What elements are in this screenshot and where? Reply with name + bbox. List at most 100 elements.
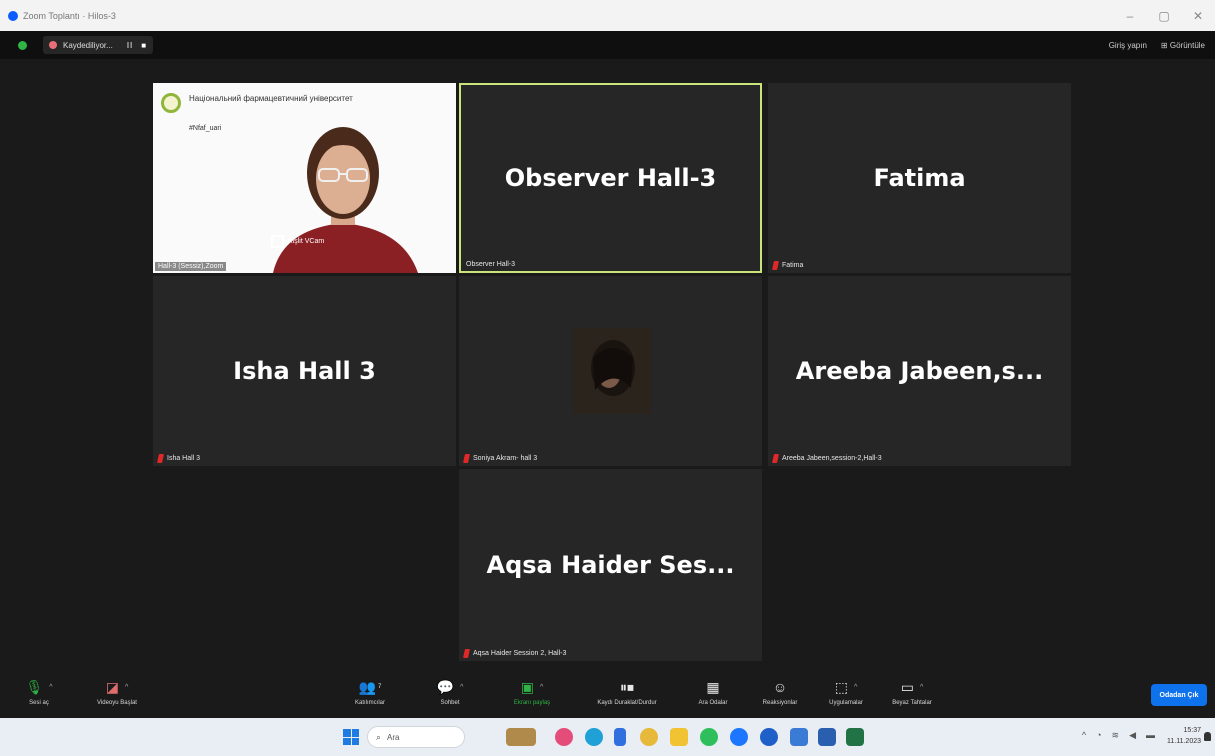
chat-icon: 💬 (436, 678, 455, 695)
zoom-app-icon[interactable] (730, 728, 748, 746)
sign-in-link[interactable]: Giriş yapın (1109, 41, 1147, 50)
participant-tile-hall3[interactable]: Національний фармацевтичний університет … (153, 83, 456, 273)
participant-display-name: Observer Hall-3 (504, 164, 717, 192)
participant-name-label: Isha Hall 3 (157, 454, 200, 463)
record-button[interactable]: ⏸⏹ Kaydı Duraklat/Durdur (572, 678, 682, 707)
breakout-rooms-icon: ▦ (706, 678, 720, 695)
microphone-icon: 🎙 (25, 678, 44, 695)
network-icon[interactable]: ◔ (1096, 730, 1101, 741)
taskbar-search-input[interactable]: ⌕ Ara (367, 726, 465, 748)
taskbar-clock[interactable]: 15:37 11.11.2023 (1167, 725, 1201, 747)
window-titlebar: Zoom Toplantı · Hilos-3 – ▢ ✕ (0, 0, 1215, 31)
chevron-up-icon[interactable]: ^ (125, 684, 128, 691)
participants-icon: 👥 (358, 678, 377, 695)
record-icon: ⏸⏹ (620, 678, 634, 695)
start-video-button[interactable]: ◪ ^ Videoyu Başlat (82, 678, 152, 707)
notification-bell-icon[interactable] (1204, 732, 1211, 741)
notepad-icon[interactable] (614, 728, 626, 746)
chevron-up-icon[interactable]: ^ (854, 684, 857, 691)
volume-icon[interactable]: ◀ (1129, 730, 1136, 741)
avatar (573, 328, 651, 414)
participant-video-frame (273, 127, 418, 273)
video-off-icon: ◪ (105, 678, 119, 695)
windows-taskbar: ⌕ Ara ^ ◔ ≋ ◀ ▬ 15:37 11.11.2023 (0, 718, 1215, 756)
view-button[interactable]: ⊞ Görüntüle (1161, 41, 1205, 50)
participant-name-text: Areeba Jabeen,session-2,Hall-3 (782, 455, 882, 462)
maximize-button[interactable]: ▢ (1147, 0, 1181, 31)
search-icon: ⌕ (376, 731, 382, 742)
file-explorer-icon[interactable] (670, 728, 688, 746)
whatsapp-icon[interactable] (700, 728, 718, 746)
participant-tile-fatima[interactable]: Fatima Fatima (768, 83, 1071, 273)
apps-button[interactable]: ⬚ ^ Uygulamalar (816, 678, 876, 707)
unmute-button[interactable]: 🎙 ^ Sesi aç (14, 678, 64, 707)
word-icon[interactable] (818, 728, 836, 746)
participant-display-name: Aqsa Haider Ses... (486, 551, 735, 579)
battery-icon[interactable]: ▬ (1146, 730, 1155, 741)
record-dot-icon (49, 41, 57, 49)
share-screen-button[interactable]: ▣ ^ Ekranı paylaş (500, 678, 564, 707)
whiteboard-icon: ▭ (900, 678, 914, 695)
widgets-icon[interactable] (506, 728, 536, 746)
muted-mic-icon (772, 261, 779, 270)
university-logo-icon (161, 93, 181, 113)
chevron-up-icon[interactable]: ^ (49, 684, 52, 691)
system-tray: ^ ◔ ≋ ◀ ▬ (1082, 730, 1155, 741)
participant-display-name: Isha Hall 3 (233, 357, 376, 385)
camera-icon (271, 235, 284, 248)
virtual-cam-badge: Kişlit VCam (271, 235, 324, 248)
participants-button[interactable]: 👥 7 Katılımcılar (342, 678, 398, 707)
participant-display-name: Fatima (873, 164, 966, 192)
wifi-icon[interactable]: ≋ (1112, 730, 1120, 741)
minimize-button[interactable]: – (1113, 0, 1147, 31)
participant-name-text: Observer Hall-3 (466, 261, 516, 268)
window-title: Zoom Toplantı · Hilos-3 (23, 10, 116, 21)
reactions-button[interactable]: ☺ Reaksiyonlar (750, 678, 810, 706)
leave-room-button[interactable]: Odadan Çık (1151, 684, 1207, 706)
muted-mic-icon (772, 454, 779, 463)
chrome-browser-icon[interactable] (640, 728, 658, 746)
participant-tile-isha[interactable]: Isha Hall 3 Isha Hall 3 (153, 276, 456, 466)
edge-browser-icon[interactable] (585, 728, 603, 746)
chevron-up-icon[interactable]: ^ (1082, 730, 1086, 741)
participant-tile-areeba[interactable]: Areeba Jabeen,s... Areeba Jabeen,session… (768, 276, 1071, 466)
participant-name-text: Aqsa Haider Session 2, Hall-3 (473, 650, 567, 657)
whiteboard-button[interactable]: ▭ ^ Beyaz Tahtalar (874, 678, 950, 707)
app-icon-1[interactable] (555, 728, 573, 746)
participant-name-text: Fatima (782, 262, 804, 269)
chevron-up-icon[interactable]: ^ (460, 684, 463, 691)
participant-tile-aqsa[interactable]: Aqsa Haider Ses... Aqsa Haider Session 2… (459, 469, 762, 661)
chevron-up-icon[interactable]: ^ (920, 684, 923, 691)
app-icon-3[interactable] (790, 728, 808, 746)
participant-name-text: Soniya Akram- hall 3 (473, 455, 538, 462)
chat-button[interactable]: 💬 ^ Sohbet (428, 678, 472, 707)
hashtag-text: #Nfaf_uari (189, 125, 222, 132)
stop-recording-button[interactable]: ■ (141, 41, 147, 50)
participant-name-label: Areeba Jabeen,session-2,Hall-3 (772, 454, 882, 463)
meeting-top-bar: Kaydediliyor... II ■ Giriş yapın ⊞ Görün… (0, 31, 1215, 59)
excel-icon[interactable] (846, 728, 864, 746)
windows-start-icon[interactable] (343, 729, 359, 745)
share-screen-label: Ekranı paylaş (513, 700, 551, 706)
search-placeholder: Ara (387, 732, 400, 742)
participant-name-label: Hall-3 (Sessiz),Zoom (155, 262, 227, 271)
view-label: Görüntüle (1169, 40, 1205, 50)
chevron-up-icon[interactable]: ^ (540, 684, 543, 691)
security-shield-icon[interactable] (18, 40, 27, 50)
close-button[interactable]: ✕ (1181, 0, 1215, 31)
participant-name-label: Fatima (772, 261, 804, 270)
muted-mic-icon (463, 649, 470, 658)
app-icon-2[interactable] (760, 728, 778, 746)
grid-view-icon: ⊞ (1160, 40, 1170, 50)
participant-display-name: Areeba Jabeen,s... (795, 357, 1044, 385)
profile-picture (573, 328, 651, 414)
recording-indicator[interactable]: Kaydediliyor... II ■ (43, 36, 154, 54)
pause-recording-button[interactable]: II (127, 41, 133, 50)
apps-icon: ⬚ (834, 678, 848, 695)
breakout-rooms-button[interactable]: ▦ Ara Odalar (688, 678, 738, 707)
participant-tile-soniya[interactable]: Soniya Akram- hall 3 (459, 276, 762, 466)
reactions-label: Reaksiyonlar (762, 700, 798, 706)
chat-label: Sohbet (440, 700, 460, 706)
participant-count: 7 (378, 684, 382, 690)
participant-tile-observer[interactable]: Observer Hall-3 Observer Hall-3 (459, 83, 762, 273)
